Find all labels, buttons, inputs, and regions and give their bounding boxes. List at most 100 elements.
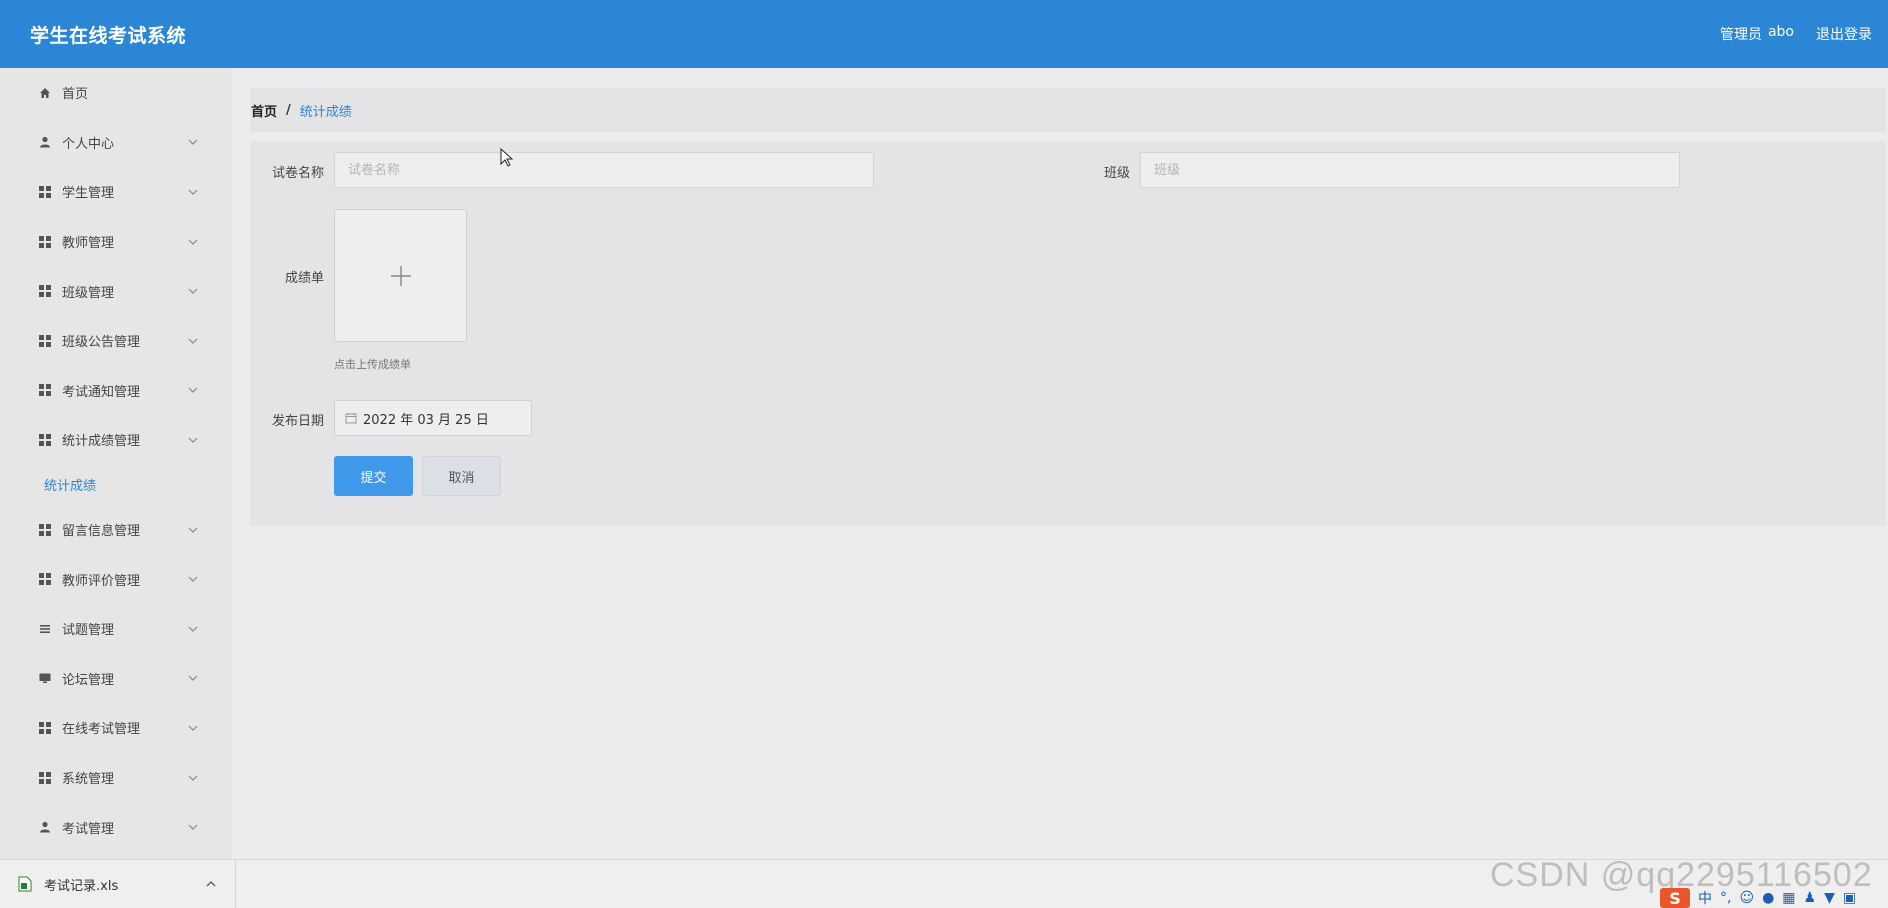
admin-info: 管理员 abo xyxy=(1720,24,1794,44)
mouse-cursor-icon xyxy=(500,148,514,167)
sidebar-item-teacher-evaluation-management[interactable]: 教师评价管理 xyxy=(0,554,232,604)
logout-link[interactable]: 退出登录 xyxy=(1816,24,1872,44)
sidebar-item-label: 在线考试管理 xyxy=(62,722,141,738)
sidebar-subitem-label: 统计成绩 xyxy=(44,479,97,495)
sidebar-item-online-exam-management[interactable]: 在线考试管理 xyxy=(0,703,232,753)
top-right-menu: 管理员 abo 退出登录 xyxy=(1720,24,1872,44)
user-icon xyxy=(38,135,52,149)
publish-date-label: 发布日期 xyxy=(271,414,324,429)
sidebar-item-question-management[interactable]: 试题管理 xyxy=(0,604,232,654)
emoji-icon[interactable]: ☺ xyxy=(1739,890,1754,906)
chevron-down-icon xyxy=(188,675,198,682)
grid-icon xyxy=(38,433,52,447)
plus-icon xyxy=(390,265,411,286)
chevron-down-icon xyxy=(188,437,198,443)
grid-icon xyxy=(38,523,52,537)
sidebar-item-exam-notice-management[interactable]: 考试通知管理 xyxy=(0,366,232,416)
grid-icon xyxy=(38,721,52,735)
user-icon xyxy=(38,820,52,834)
sidebar-item-label: 班级公告管理 xyxy=(62,335,141,351)
monitor-icon xyxy=(38,671,52,685)
chevron-down-icon xyxy=(188,288,198,295)
grid-icon xyxy=(38,383,52,397)
sidebar-item-student-management[interactable]: 学生管理 xyxy=(0,167,232,217)
chevron-down-icon xyxy=(188,527,198,533)
sidebar-item-label: 教师评价管理 xyxy=(62,573,141,589)
chevron-down-icon xyxy=(188,824,198,830)
grid-icon xyxy=(38,284,52,298)
class-input[interactable] xyxy=(1140,152,1680,188)
score-form: 试卷名称 班级 成绩单 点击上传成绩单 发布日期 2022 年 03 月 25 … xyxy=(250,141,1886,526)
grid-icon xyxy=(38,334,52,348)
score-sheet-upload[interactable] xyxy=(334,209,467,342)
breadcrumb-home[interactable]: 首页 xyxy=(251,101,277,120)
sidebar-item-label: 个人中心 xyxy=(62,136,115,152)
chevron-down-icon xyxy=(188,338,198,344)
sidebar-item-teacher-management[interactable]: 教师管理 xyxy=(0,217,232,267)
admin-role-label: 管理员 xyxy=(1719,27,1762,43)
upload-hint: 点击上传成绩单 xyxy=(334,358,411,371)
sidebar-item-class-management[interactable]: 班级管理 xyxy=(0,266,232,316)
keyboard-icon[interactable]: ▦ xyxy=(1782,890,1795,906)
chevron-down-icon xyxy=(188,725,198,731)
sidebar-item-exam-management[interactable]: 考试管理 xyxy=(0,802,232,852)
sidebar-item-forum-management[interactable]: 论坛管理 xyxy=(0,654,232,704)
chevron-down-icon xyxy=(188,576,198,582)
grid-icon xyxy=(38,771,52,785)
download-item[interactable]: 考试记录.xls xyxy=(0,860,236,908)
sidebar-item-score-stats-management[interactable]: 统计成绩管理 xyxy=(0,415,232,465)
microphone-icon[interactable]: ● xyxy=(1762,890,1774,906)
user-icon[interactable]: ♟ xyxy=(1804,890,1817,906)
excel-file-icon xyxy=(18,876,32,892)
sidebar-item-label: 班级管理 xyxy=(62,285,115,301)
grid-menu-icon[interactable]: ▣ xyxy=(1843,890,1856,906)
ime-punct-indicator[interactable]: °, xyxy=(1720,890,1731,906)
breadcrumb-current: 统计成绩 xyxy=(299,104,352,120)
chevron-down-icon xyxy=(188,239,198,245)
class-label: 班级 xyxy=(1103,166,1130,181)
sidebar-item-label: 学生管理 xyxy=(62,186,115,202)
paper-name-input[interactable] xyxy=(334,152,874,188)
list-icon xyxy=(38,622,52,636)
sidebar-item-class-notice-management[interactable]: 班级公告管理 xyxy=(0,316,232,366)
chevron-down-icon xyxy=(188,189,198,195)
sidebar-item-label: 试题管理 xyxy=(62,623,115,639)
score-sheet-label: 成绩单 xyxy=(284,271,324,286)
sidebar: 首页 个人中心 学生管理 教师管理 班级管理 班级公告管理 考试通知管理 统计成… xyxy=(0,68,232,859)
sidebar-item-label: 教师管理 xyxy=(62,236,115,252)
ime-tray: S 中 °, ☺ ● ▦ ♟ ▼ ▣ xyxy=(1660,888,1888,908)
skin-icon[interactable]: ▼ xyxy=(1824,890,1835,906)
cancel-button[interactable]: 取消 xyxy=(422,456,501,496)
sidebar-item-personal-center[interactable]: 个人中心 xyxy=(0,118,232,168)
sidebar-item-message-management[interactable]: 留言信息管理 xyxy=(0,505,232,555)
chevron-down-icon xyxy=(188,775,198,781)
publish-date-picker[interactable]: 2022 年 03 月 25 日 xyxy=(334,400,532,436)
publish-date-value: 2022 年 03 月 25 日 xyxy=(363,412,489,428)
home-icon xyxy=(38,86,52,100)
sidebar-item-label: 系统管理 xyxy=(62,772,115,788)
sidebar-item-label: 统计成绩管理 xyxy=(62,434,141,450)
calendar-icon xyxy=(345,413,357,424)
sidebar-item-home[interactable]: 首页 xyxy=(0,68,232,118)
chevron-down-icon xyxy=(188,387,198,394)
top-bar: 学生在线考试系统 管理员 abo 退出登录 xyxy=(0,0,1888,68)
submit-button[interactable]: 提交 xyxy=(334,456,413,496)
sidebar-item-system-management[interactable]: 系统管理 xyxy=(0,753,232,803)
chevron-down-icon xyxy=(188,139,198,146)
sogou-ime-icon[interactable]: S xyxy=(1660,888,1690,908)
grid-icon xyxy=(38,572,52,586)
breadcrumb-separator: / xyxy=(286,102,291,118)
sidebar-item-label: 考试管理 xyxy=(62,821,115,837)
ime-mode-indicator[interactable]: 中 xyxy=(1698,888,1712,908)
grid-icon xyxy=(38,185,52,199)
chevron-down-icon xyxy=(188,626,198,632)
download-file-name: 考试记录.xls xyxy=(44,878,119,894)
sidebar-item-label: 首页 xyxy=(62,87,89,103)
breadcrumb: 首页 / 统计成绩 xyxy=(250,88,1886,132)
app-title: 学生在线考试系统 xyxy=(30,24,187,47)
chevron-up-icon[interactable] xyxy=(205,878,217,890)
paper-name-label: 试卷名称 xyxy=(271,166,324,181)
sidebar-item-label: 论坛管理 xyxy=(62,672,115,688)
sidebar-subitem-score-stats[interactable]: 统计成绩 xyxy=(0,465,232,505)
sidebar-item-label: 考试通知管理 xyxy=(62,384,141,400)
